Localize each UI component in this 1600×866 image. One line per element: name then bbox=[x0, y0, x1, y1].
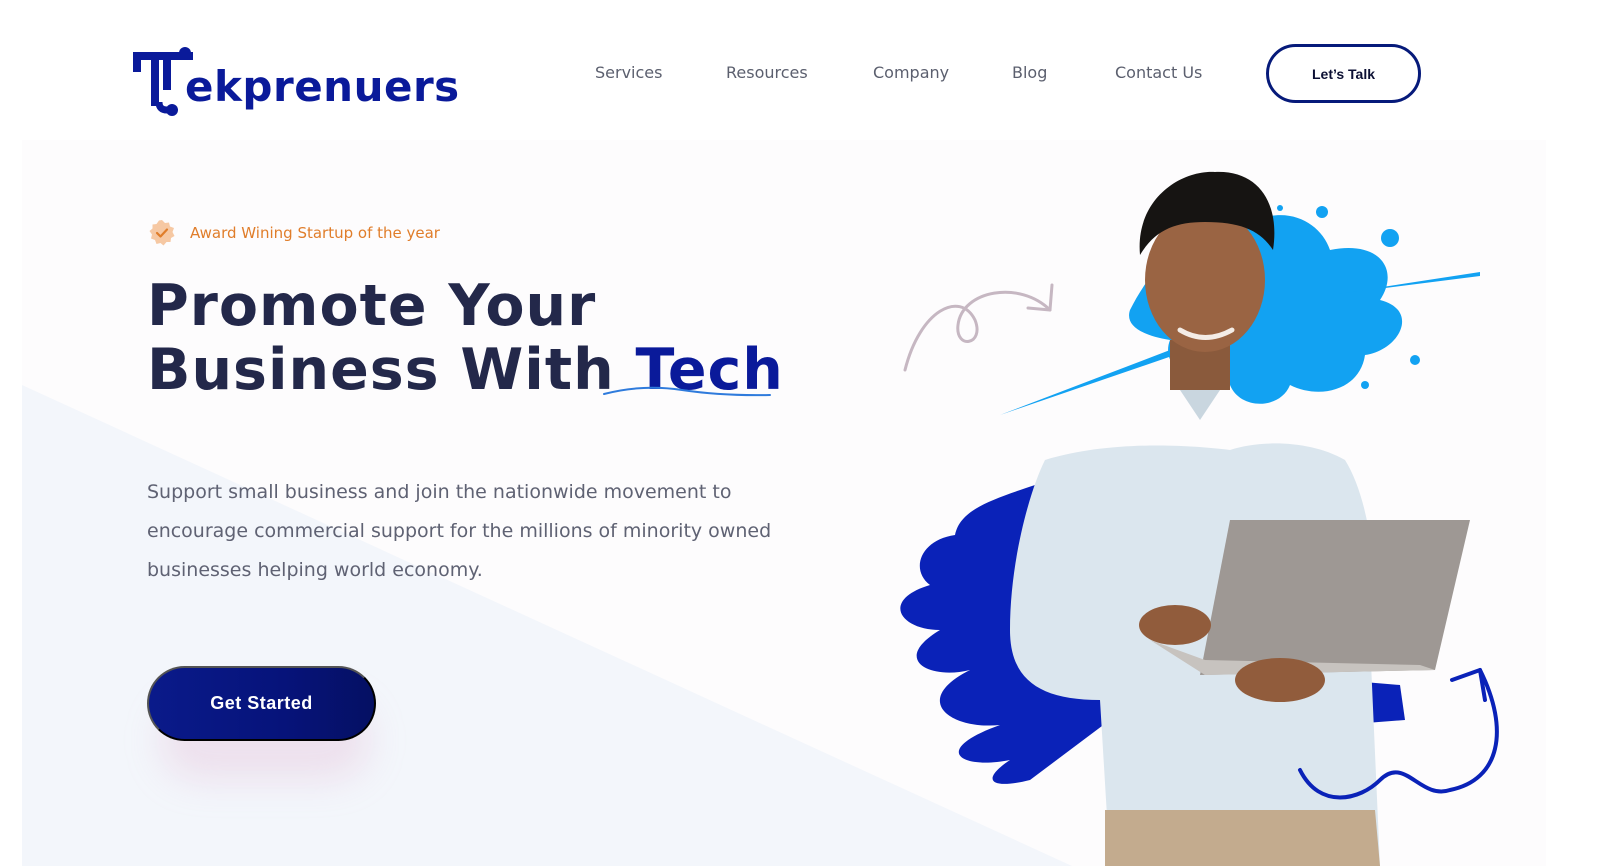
logo-t-mark-icon bbox=[133, 47, 193, 116]
curly-arrow-decoration bbox=[903, 290, 1052, 372]
headline-line-2-prefix: Business With bbox=[147, 337, 636, 403]
site-header: ekprenuers Services Resources Company Bl… bbox=[0, 0, 1600, 140]
brand-logo[interactable]: ekprenuers bbox=[133, 47, 473, 122]
nav-item-resources[interactable]: Resources bbox=[726, 63, 808, 82]
nav-item-contact-us[interactable]: Contact Us bbox=[1115, 63, 1202, 82]
nav-item-blog[interactable]: Blog bbox=[1012, 63, 1047, 82]
award-badge: Award Wining Startup of the year bbox=[148, 218, 440, 248]
person-with-laptop bbox=[1010, 171, 1470, 866]
lets-talk-button[interactable]: Let’s Talk bbox=[1266, 44, 1421, 103]
headline-underline-scribble bbox=[603, 386, 771, 397]
logo-wordmark: ekprenuers bbox=[185, 62, 460, 111]
verified-badge-icon bbox=[149, 220, 175, 246]
hero-description: Support small business and join the nati… bbox=[147, 481, 772, 581]
nav-item-company[interactable]: Company bbox=[873, 63, 949, 82]
headline-line-1: Promote Your bbox=[147, 273, 597, 339]
award-badge-text: Award Wining Startup of the year bbox=[190, 224, 440, 242]
hero-illustration bbox=[900, 171, 1499, 866]
get-started-button[interactable]: Get Started bbox=[147, 666, 376, 741]
nav-item-services[interactable]: Services bbox=[595, 63, 662, 82]
